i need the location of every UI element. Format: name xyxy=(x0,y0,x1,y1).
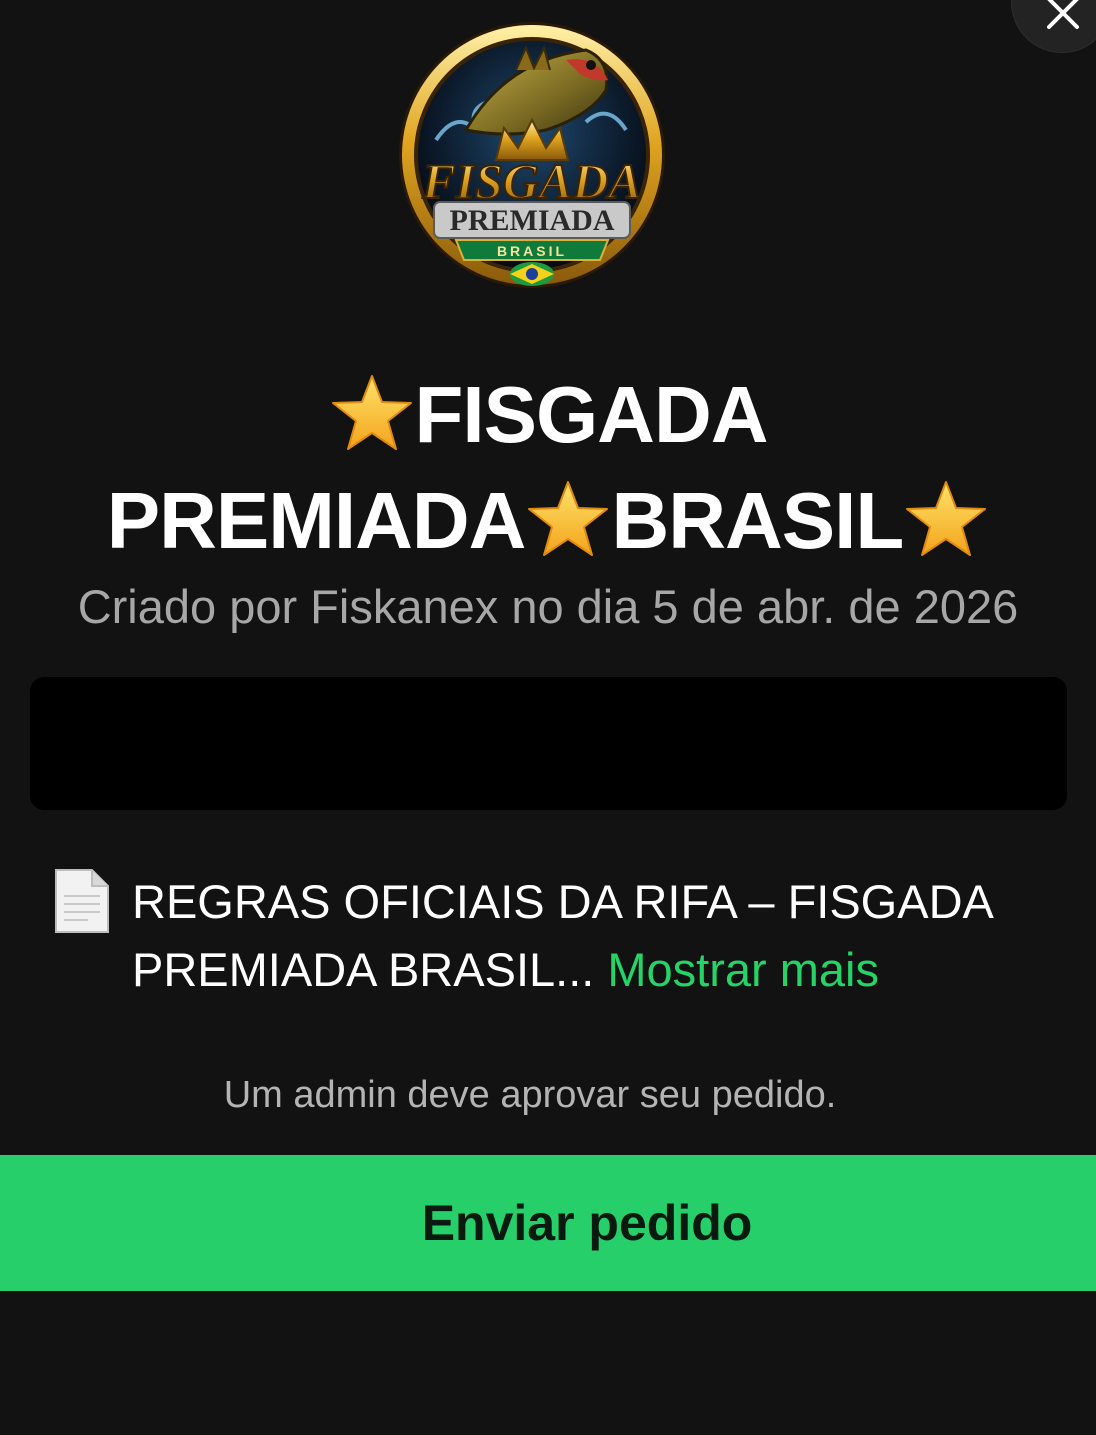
group-title-text-2b: BRASIL xyxy=(611,476,904,565)
group-logo-image: FISGADA PREMIADA BRASIL xyxy=(399,22,665,288)
group-title-line-1: FISGADA xyxy=(0,362,1096,468)
star-icon xyxy=(906,481,987,556)
logo-text-brasil: BRASIL xyxy=(497,243,567,259)
send-request-button[interactable]: Enviar pedido xyxy=(0,1155,1096,1291)
group-title-text-2a: PREMIADA xyxy=(106,476,527,565)
star-icon xyxy=(331,375,412,450)
document-icon xyxy=(55,869,109,933)
star-icon xyxy=(528,481,609,556)
group-title-line-2: PREMIADA BRASIL xyxy=(0,468,1096,574)
send-request-label: Enviar pedido xyxy=(421,1195,753,1251)
group-title-text-1: FISGADA xyxy=(414,370,769,459)
redacted-block xyxy=(30,677,1067,810)
group-avatar: FISGADA PREMIADA BRASIL xyxy=(396,20,668,290)
close-button[interactable] xyxy=(1012,0,1096,52)
logo-text-premiada: PREMIADA xyxy=(450,204,615,237)
created-by-text: Criado por Fiskanex no dia 5 de abr. de … xyxy=(77,580,1019,633)
admin-approval-note: Um admin deve aprovar seu pedido. xyxy=(223,1074,837,1116)
close-icon xyxy=(1047,0,1079,29)
logo-text-fisgada: FISGADA xyxy=(421,153,642,209)
description-text: REGRAS OFICIAIS DA RIFA – FISGADA PREMIA… xyxy=(132,868,1072,1004)
group-title: FISGADA PREMIADA BRASIL xyxy=(0,362,1096,574)
show-more-link[interactable]: Mostrar mais xyxy=(607,943,879,996)
